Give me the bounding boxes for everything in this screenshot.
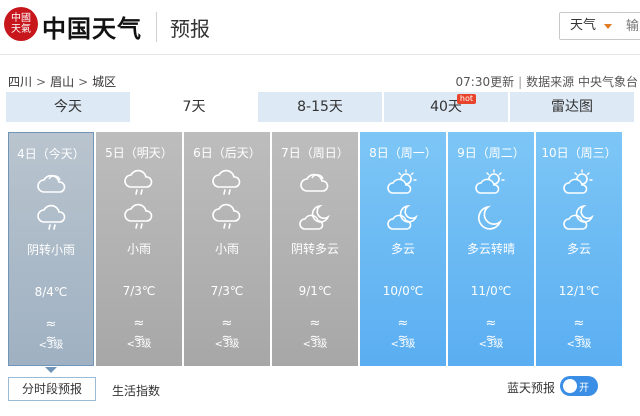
day-temperature: 9/1℃ (298, 284, 332, 298)
hourly-forecast-button[interactable]: 分时段预报 (8, 377, 96, 401)
day-weather-desc: 多云 (390, 242, 415, 256)
breadcrumb-city[interactable]: 眉山 (50, 75, 74, 89)
forecast-day[interactable]: 7日（周日） 阴转多云 9/1℃ ≈ ≈ <3级 (272, 132, 358, 366)
day-wind-level: <3级 (302, 339, 328, 350)
forecast-day[interactable]: 4日（今天） 阴转小雨 8/4℃ ≈ ≈ <3级 (8, 132, 94, 373)
tab-radar[interactable]: 雷达图 (510, 92, 634, 122)
day-weather-desc: 阴转多云 (290, 242, 339, 256)
data-source: 数据来源 中央气象台 (526, 75, 638, 89)
sun-cloud-icon (563, 169, 595, 196)
day-wind-level: <3级 (126, 339, 152, 350)
forecast-tabs: 今天 7天 8-15天 40天 hot 雷达图 (6, 92, 634, 122)
day-date: 10日（周三） (541, 146, 617, 160)
logo-seal[interactable]: 中國天氣 (4, 7, 38, 41)
day-temperature: 7/3℃ (210, 284, 244, 298)
breadcrumb-separator: > (78, 75, 89, 89)
day-wind-level: <3级 (566, 339, 592, 350)
search-input[interactable] (618, 12, 640, 40)
seven-day-forecast: 4日（今天） 阴转小雨 8/4℃ ≈ ≈ <3级 5日（明天） 小雨 7/3℃ ≈ ≈ <3级 6日… (8, 132, 622, 373)
day-date: 6日（后天） (193, 146, 261, 160)
toggle-knob (563, 379, 577, 393)
header-divider (156, 12, 157, 42)
forecast-day[interactable]: 6日（后天） 小雨 7/3℃ ≈ ≈ <3级 (184, 132, 270, 366)
breadcrumb-separator: > (36, 75, 47, 89)
day-wind-level: <3级 (478, 339, 504, 350)
selected-pointer (45, 367, 57, 373)
sun-cloud-icon (387, 169, 419, 196)
day-weather-desc: 多云转晴 (466, 242, 515, 256)
day-temperature: 10/0℃ (382, 284, 424, 298)
day-date: 8日（周一） (369, 146, 437, 160)
toggle-state: 开 (579, 383, 589, 394)
search-type-label: 天气 (570, 18, 597, 33)
tab-40day[interactable]: 40天 hot (384, 92, 510, 122)
forecast-day[interactable]: 8日（周一） 多云 10/0℃ ≈ ≈ <3级 (360, 132, 446, 366)
tab-7day[interactable]: 7天 (132, 92, 258, 122)
update-info: 07:30更新 | 数据来源 中央气象台 (455, 75, 638, 89)
update-time: 07:30更新 (455, 75, 515, 89)
day-weather-desc: 阴转小雨 (26, 243, 75, 257)
blue-sky-toggle[interactable]: 开 (560, 376, 598, 396)
moon-cloud-icon (387, 204, 419, 232)
day-date: 4日（今天） (17, 147, 85, 161)
moon-icon (475, 204, 507, 232)
breadcrumb-province[interactable]: 四川 (8, 75, 32, 89)
tab-today[interactable]: 今天 (6, 92, 132, 122)
search-type-select[interactable]: 天气 (559, 12, 619, 40)
rain-icon (211, 169, 243, 196)
caret-down-icon (604, 24, 612, 29)
day-date: 7日（周日） (281, 146, 349, 160)
logo-text[interactable]: 中国天气 (42, 9, 142, 44)
rain-icon (123, 203, 155, 232)
rain-icon (123, 169, 155, 196)
day-wind-level: <3级 (38, 340, 64, 351)
moon-cloud-icon (299, 204, 331, 232)
day-weather-desc: 多云 (566, 242, 591, 256)
site-header: 中國天氣 中国天气 预报 天气 (0, 0, 640, 55)
day-date: 5日（明天） (105, 146, 173, 160)
day-wind-level: <3级 (390, 339, 416, 350)
blue-sky-label: 蓝天预报 (507, 381, 556, 395)
day-wind-level: <3级 (214, 339, 240, 350)
page-title: 预报 (170, 17, 210, 41)
day-weather-desc: 小雨 (214, 242, 239, 256)
moon-cloud-icon (563, 204, 595, 232)
breadcrumb-district: 城区 (92, 75, 117, 89)
forecast-day[interactable]: 10日（周三） 多云 12/1℃ ≈ ≈ <3级 (536, 132, 622, 366)
day-temperature: 11/0℃ (470, 284, 512, 298)
day-date: 9日（周二） (457, 146, 525, 160)
day-weather-desc: 小雨 (126, 242, 151, 256)
breadcrumb: 四川 > 眉山 > 城区 (8, 73, 119, 90)
cloudy-icon (36, 171, 68, 197)
tab-8-15day[interactable]: 8-15天 (258, 92, 384, 122)
rain-icon (36, 204, 68, 233)
forecast-day[interactable]: 5日（明天） 小雨 7/3℃ ≈ ≈ <3级 (96, 132, 182, 366)
forecast-day[interactable]: 9日（周二） 多云转晴 11/0℃ ≈ ≈ <3级 (448, 132, 534, 366)
life-index-link[interactable]: 生活指数 (112, 382, 160, 399)
rain-icon (211, 203, 243, 232)
day-temperature: 8/4℃ (34, 285, 68, 299)
day-temperature: 7/3℃ (122, 284, 156, 298)
sun-cloud-icon (475, 169, 507, 196)
hot-badge: hot (456, 94, 476, 104)
cloudy-icon (299, 170, 331, 196)
day-temperature: 12/1℃ (558, 284, 600, 298)
